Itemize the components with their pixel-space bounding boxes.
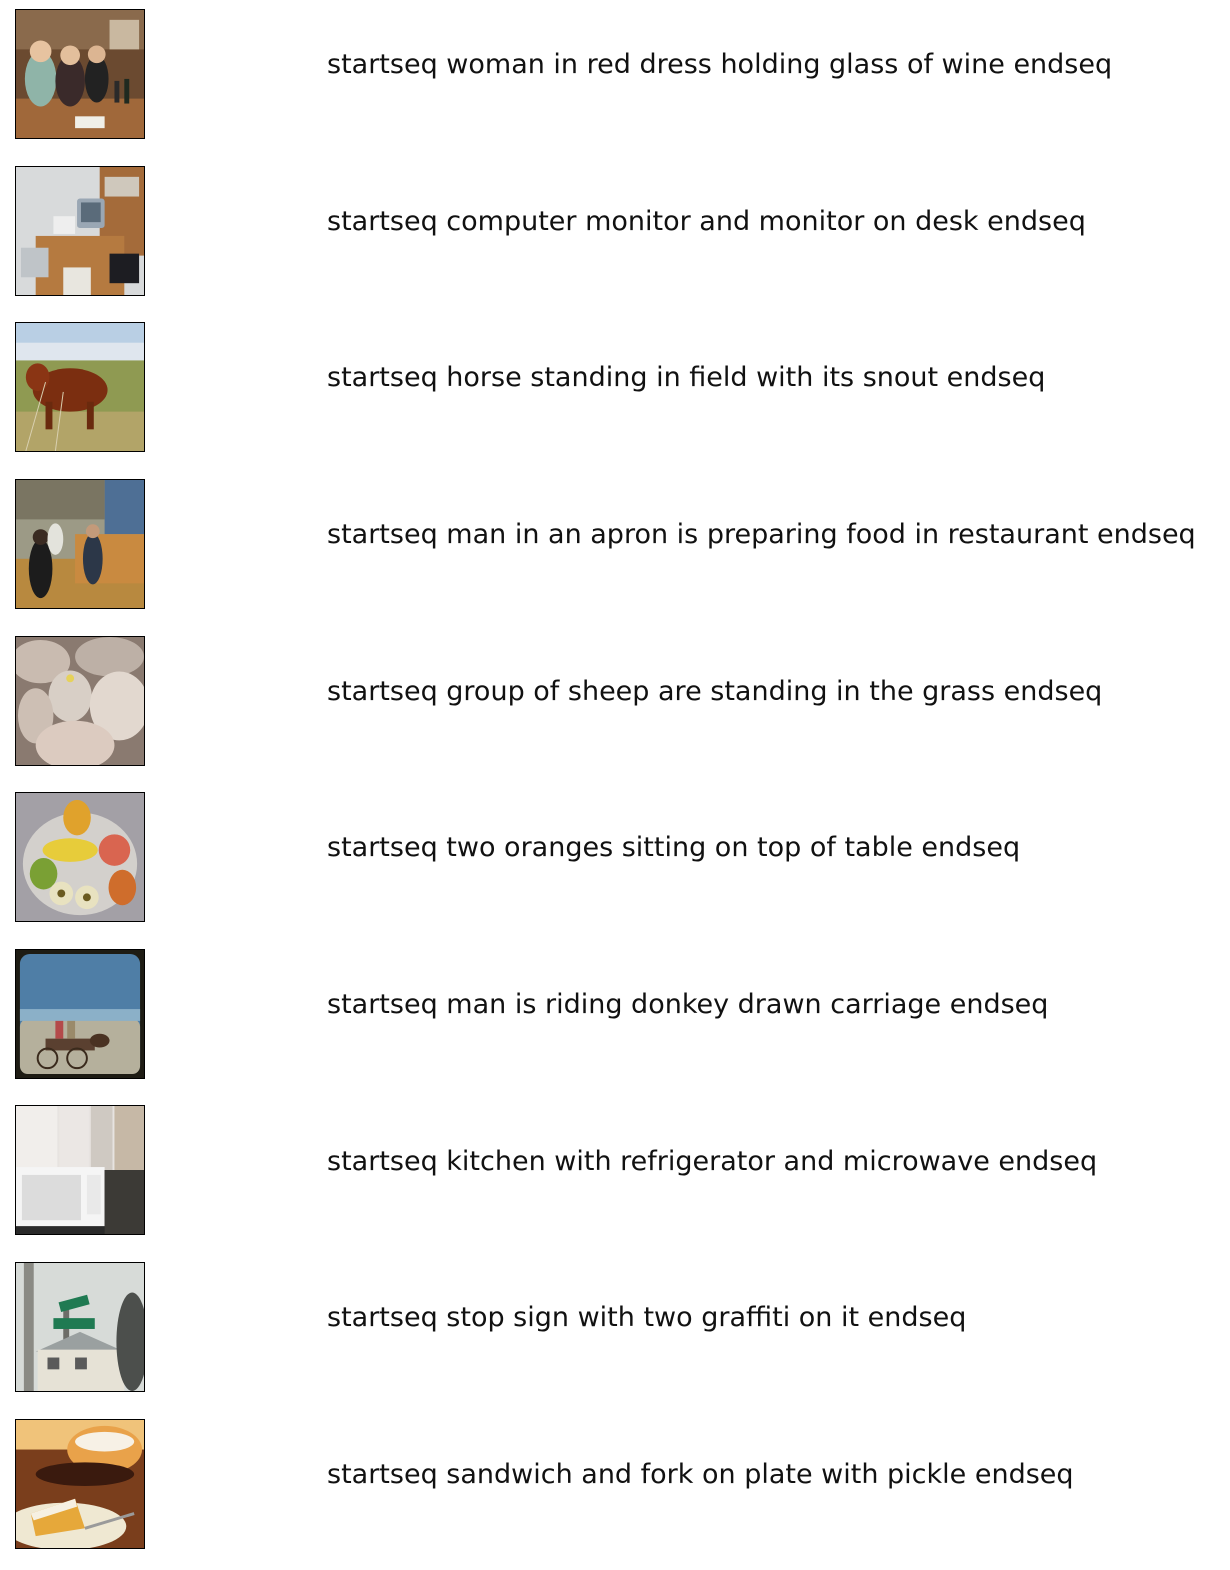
caption-row: startseq man in an apron is preparing fo… <box>0 471 1230 628</box>
caption-text: startseq two oranges sitting on top of t… <box>327 832 1021 863</box>
caption-row: startseq two oranges sitting on top of t… <box>0 785 1230 942</box>
caption-text: startseq man is riding donkey drawn carr… <box>327 989 1049 1020</box>
caption-text: startseq group of sheep are standing in … <box>327 676 1103 707</box>
fruit-bowl-photo <box>15 792 145 922</box>
caption-row: startseq man is riding donkey drawn carr… <box>0 942 1230 1099</box>
cake-slice-plate-photo <box>15 1419 145 1549</box>
caption-text: startseq man in an apron is preparing fo… <box>327 519 1196 550</box>
caption-text: startseq computer monitor and monitor on… <box>327 206 1086 237</box>
office-desk-computer-photo <box>15 166 145 296</box>
kitchen-with-people-photo <box>15 479 145 609</box>
caption-row: startseq computer monitor and monitor on… <box>0 157 1230 314</box>
caption-text: startseq sandwich and fork on plate with… <box>327 1459 1074 1490</box>
street-signs-photo <box>15 1262 145 1392</box>
caption-text: startseq stop sign with two graffiti on … <box>327 1302 967 1333</box>
kitchen-microwave-photo <box>15 1105 145 1235</box>
horse-carriage-photo <box>15 949 145 1079</box>
caption-row: startseq horse standing in field with it… <box>0 314 1230 471</box>
caption-row: startseq group of sheep are standing in … <box>0 628 1230 785</box>
sheep-flock-photo <box>15 636 145 766</box>
brown-cow-in-field-photo <box>15 322 145 452</box>
caption-row: startseq kitchen with refrigerator and m… <box>0 1099 1230 1256</box>
caption-row: startseq sandwich and fork on plate with… <box>0 1413 1230 1570</box>
caption-text: startseq woman in red dress holding glas… <box>327 49 1113 80</box>
caption-row: startseq stop sign with two graffiti on … <box>0 1256 1230 1413</box>
people-at-table-wine-photo <box>15 9 145 139</box>
caption-row: startseq woman in red dress holding glas… <box>0 0 1230 157</box>
caption-text: startseq kitchen with refrigerator and m… <box>327 1146 1098 1177</box>
caption-text: startseq horse standing in field with it… <box>327 362 1046 393</box>
